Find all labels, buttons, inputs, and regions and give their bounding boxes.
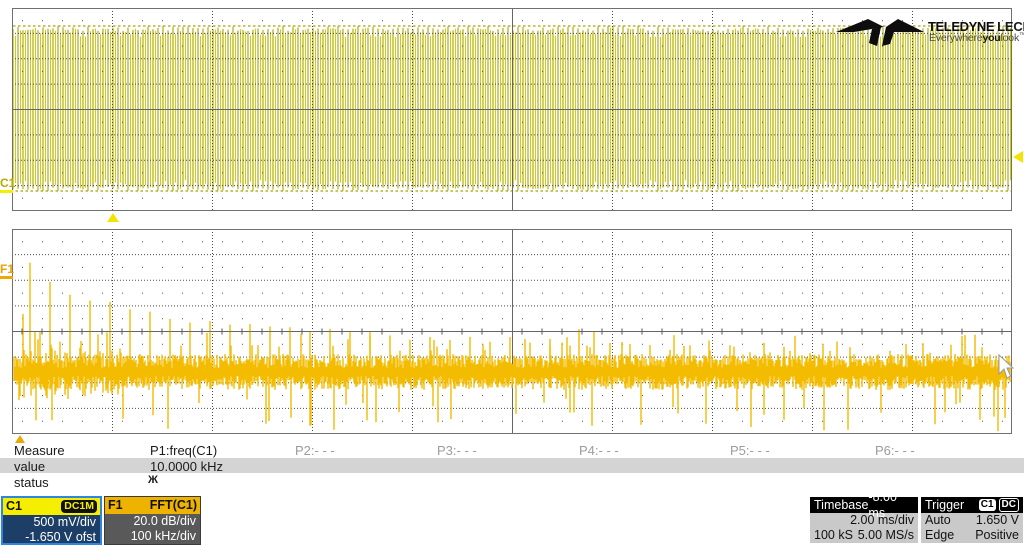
measure-p4[interactable]: P4:- - - <box>579 443 619 458</box>
c1-descriptor-box[interactable]: C1 DC1M 500 mV/div -1.650 V ofst <box>1 496 102 545</box>
timebase-scale: 2.00 ms/div <box>850 513 914 527</box>
measure-p5[interactable]: P5:- - - <box>730 443 770 458</box>
trigger-mode: Auto <box>925 513 951 527</box>
fft-waveform-grid[interactable] <box>12 229 1012 434</box>
tagline-you: you <box>982 32 1001 44</box>
teledyne-lecroy-logo-icon <box>836 19 924 46</box>
trigger-level-marker[interactable] <box>1013 151 1023 163</box>
mouse-cursor <box>998 354 1015 379</box>
brand-tagline: Everywhereyoulook™ <box>929 32 1024 44</box>
trigger-label: Trigger <box>925 498 965 512</box>
fft-origin-marker[interactable] <box>15 435 25 443</box>
timebase-label: Timebase <box>814 498 869 512</box>
measure-p6[interactable]: P6:- - - <box>875 443 915 458</box>
c1-box-name: C1 <box>6 499 22 513</box>
c1-offset: -1.650 V ofst <box>25 530 96 544</box>
trigger-coupling-chip: DC <box>998 498 1019 512</box>
timebase-box[interactable]: Timebase -8.00 ms 2.00 ms/div 100 kS 5.0… <box>810 490 918 543</box>
teledyne-lecroy-logo: TELEDYNELECROY Everywhereyoulook™ <box>828 12 1024 48</box>
status-row-header: status <box>14 475 49 490</box>
timebase-samplerate: 5.00 MS/s <box>857 528 914 542</box>
f1-horizontal-scale: 100 kHz/div <box>130 529 196 543</box>
tagline-everywhere: Everywhere <box>929 32 983 44</box>
trigger-source-chip: C1 <box>978 499 996 511</box>
c1-vertical-scale: 500 mV/div <box>33 515 96 529</box>
c1-zero-level-bar <box>0 190 13 193</box>
c1-zero-level-marker[interactable]: C1 <box>0 177 15 189</box>
c1-coupling-badge: DC1M <box>61 500 97 513</box>
trigger-level: 1.650 V <box>975 513 1019 527</box>
trigger-type: Edge <box>925 528 955 542</box>
f1-descriptor-box[interactable]: F1 FFT(C1) 20.0 dB/div 100 kHz/div <box>104 496 201 545</box>
f1-zero-level-bar <box>0 276 13 279</box>
p1-status-icon: Ж <box>148 474 158 486</box>
oscilloscope-screen: C1 F1 TELEDYNELECROY Everywhereyoulook™ … <box>0 0 1024 547</box>
value-row-header: value <box>14 459 46 474</box>
timebase-samples: 100 kS <box>814 528 853 542</box>
trigger-position-marker[interactable] <box>107 213 119 222</box>
measure-p3[interactable]: P3:- - - <box>437 443 477 458</box>
tagline-tm: ™ <box>1019 32 1024 39</box>
f1-zero-level-marker[interactable]: F1 <box>0 263 14 275</box>
trigger-slope: Positive <box>975 528 1019 542</box>
tagline-look: look <box>1000 32 1020 44</box>
trigger-box[interactable]: Trigger C1 DC Auto 1.650 V Edge Positive <box>921 497 1023 543</box>
f1-vertical-scale: 20.0 dB/div <box>133 514 196 528</box>
measure-row-header: Measure <box>14 443 65 458</box>
p1-frequency-value: 10.0000 kHz <box>150 459 223 474</box>
f1-function-label: FFT(C1) <box>149 498 197 512</box>
measure-p2[interactable]: P2:- - - <box>295 443 335 458</box>
measure-p1[interactable]: P1:freq(C1) <box>150 443 217 458</box>
f1-box-name: F1 <box>108 498 123 512</box>
